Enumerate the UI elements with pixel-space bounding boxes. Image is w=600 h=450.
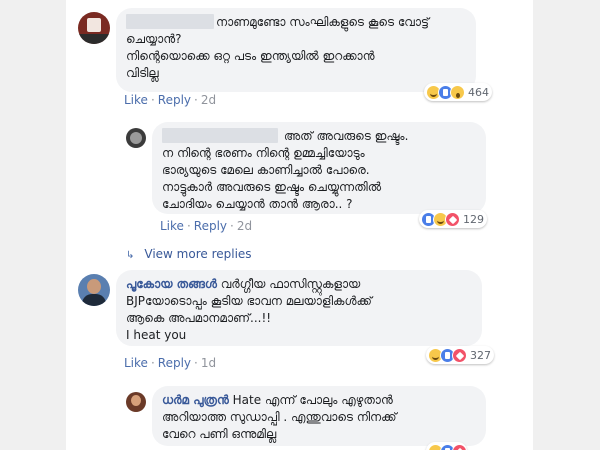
reaction-count: 327 xyxy=(470,348,491,362)
comment-bubble: നാണമുണ്ടോ സംഘികളുടെ കൂടെ വോട്ട് ചെയ്യാൻ?… xyxy=(116,8,476,92)
reaction-count: 129 xyxy=(463,212,484,226)
wow-icon xyxy=(450,84,465,100)
comment-actions: Like · Reply · 2d xyxy=(124,93,217,107)
comment-text: നിന്റെയൊക്കെ ഒറ്റ പടം ഇന്ത്യയിൽ ഇറക്കാൻ xyxy=(126,49,375,63)
reaction-count: 464 xyxy=(468,85,489,99)
like-button[interactable]: Like xyxy=(124,93,148,107)
love-icon xyxy=(452,347,467,363)
reply-button[interactable]: Reply xyxy=(194,219,227,233)
redacted-author xyxy=(162,128,278,143)
redacted-author xyxy=(126,14,214,29)
reactions-badge[interactable]: 464 xyxy=(424,83,492,101)
comment-text: അറിയാത്ത സുഡാപ്പി . എന്തുവാടെ നിനക്ക് xyxy=(162,410,397,424)
reply-button[interactable]: Reply xyxy=(158,93,191,107)
avatar[interactable] xyxy=(126,392,146,412)
author-name[interactable]: പൂകോയ തങ്ങൾ xyxy=(126,277,217,291)
comments-panel: നാണമുണ്ടോ സംഘികളുടെ കൂടെ വോട്ട് ചെയ്യാൻ?… xyxy=(66,0,533,450)
comment-text: അത് അവരുടെ ഇഷ്ടം. xyxy=(283,129,409,143)
comment-text: ഭാര്യയുടെ മേലെ കാണിച്ചാൽ പോരെ. xyxy=(162,163,370,177)
like-button[interactable]: Like xyxy=(160,219,184,233)
comment-bubble: ധർമ പുത്രൻ Hate എന്ന് പോലും എഴുതാൻ അറിയാ… xyxy=(152,386,486,446)
comment-text: Hate എന്ന് പോലും എഴുതാൻ xyxy=(232,393,393,407)
comment-actions: Like · Reply · 2d xyxy=(160,219,253,233)
comment-text: വേറെ പണി ഒന്നുമില്ല xyxy=(162,427,277,441)
love-icon xyxy=(452,443,467,450)
reactions-badge[interactable] xyxy=(426,442,467,450)
comment-bubble: പൂകോയ തങ്ങൾ വർഗ്ഗീയ ഫാസിസ്റ്റുകളായ BJPയോ… xyxy=(116,270,482,346)
avatar[interactable] xyxy=(78,12,110,44)
comment-text: വിടില്ല xyxy=(126,66,159,80)
reply-button[interactable]: Reply xyxy=(158,356,191,370)
timestamp[interactable]: 2d xyxy=(237,219,252,233)
avatar[interactable] xyxy=(78,274,110,306)
reactions-badge[interactable]: 129 xyxy=(419,210,487,228)
comment-text: ആകെ അപമാനമാണ്...!! xyxy=(126,311,272,325)
comment-text: ചെയ്യാൻ? xyxy=(126,32,182,46)
author-name[interactable]: ധർമ പുത്രൻ xyxy=(162,393,229,407)
comment-text: നാട്ടുകാർ അവരുടെ ഇഷ്ടം ചെയ്യുന്നതിൽ xyxy=(162,180,382,194)
love-icon xyxy=(445,211,460,227)
like-button[interactable]: Like xyxy=(124,356,148,370)
comment-text: BJPയോടൊപ്പം കൂടിയ ഭാവന മലയാളികൾക്ക് xyxy=(126,294,372,308)
comment-text: ന നിന്റെ ഭരണം നിന്റെ ഉമ്മച്ചിയോടും xyxy=(162,146,365,160)
reactions-badge[interactable]: 327 xyxy=(426,346,494,364)
comment-text: നാണമുണ്ടോ സംഘികളുടെ കൂടെ വോട്ട് xyxy=(216,15,430,29)
timestamp[interactable]: 1d xyxy=(201,356,216,370)
comment-text: വർഗ്ഗീയ ഫാസിസ്റ്റുകളായ xyxy=(220,277,361,291)
comment-text: I heat you xyxy=(126,328,187,342)
comment-bubble: അത് അവരുടെ ഇഷ്ടം. ന നിന്റെ ഭരണം നിന്റെ ഉ… xyxy=(152,122,486,214)
view-more-replies-link[interactable]: ↳ View more replies xyxy=(126,247,252,261)
timestamp[interactable]: 2d xyxy=(201,93,216,107)
reply-arrow-icon: ↳ xyxy=(126,250,135,261)
comment-actions: Like · Reply · 1d xyxy=(124,356,217,370)
avatar[interactable] xyxy=(126,128,146,148)
